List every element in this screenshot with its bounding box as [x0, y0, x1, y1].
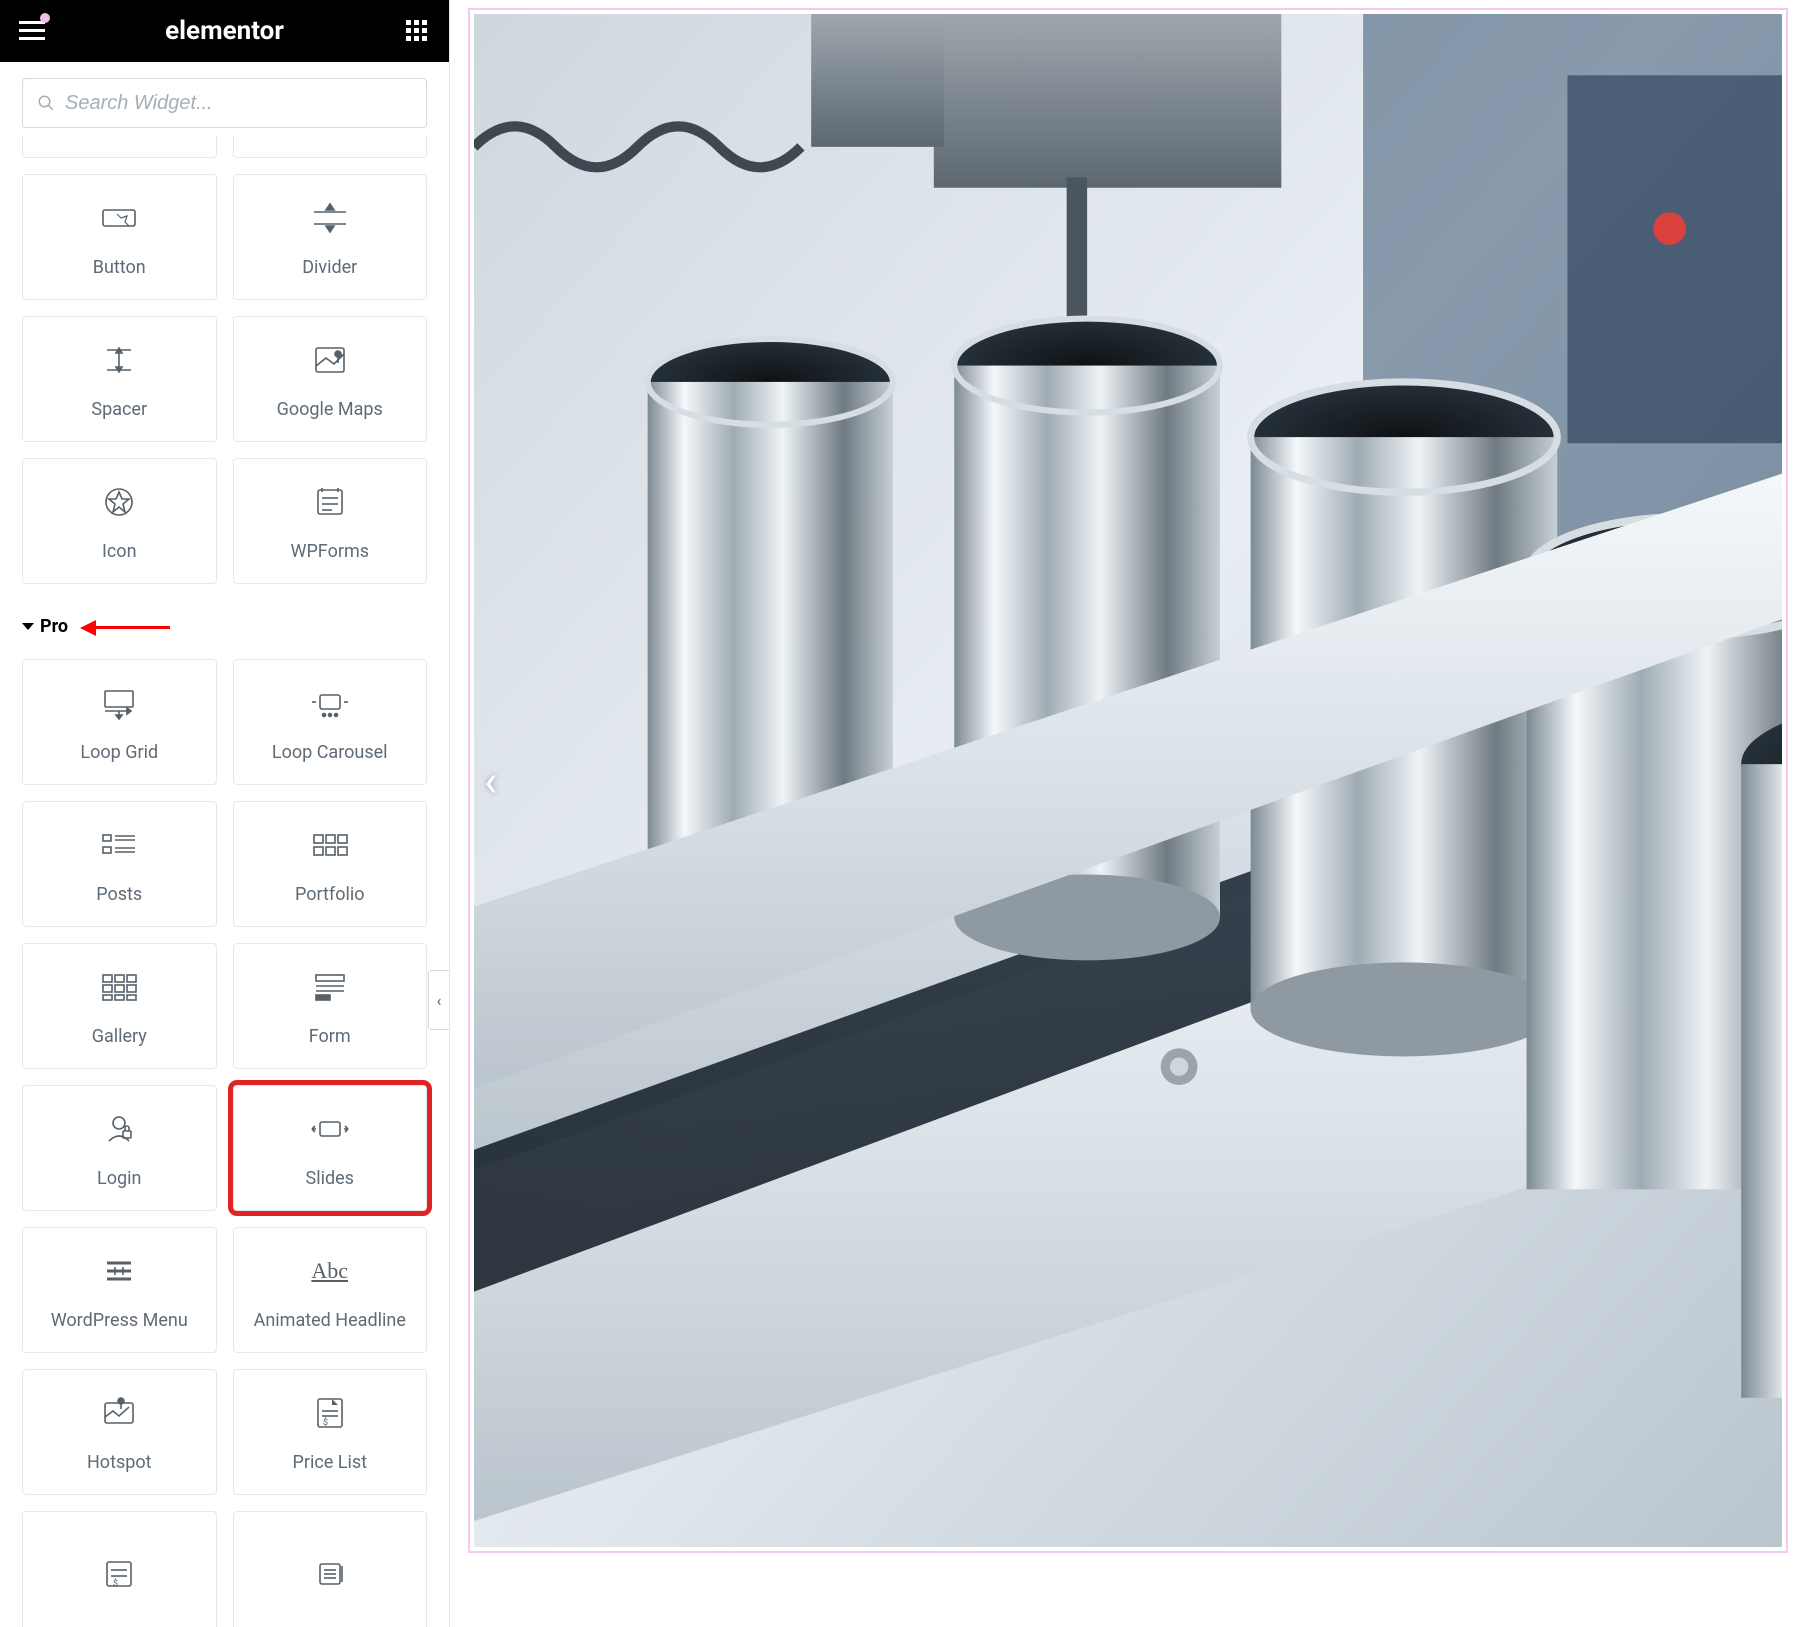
widget-more-b[interactable] — [233, 1511, 428, 1627]
widget-hotspot[interactable]: Hotspot — [22, 1369, 217, 1495]
widget-label: Posts — [92, 885, 146, 905]
widget-label: WPForms — [286, 542, 373, 562]
icon-icon — [97, 480, 141, 524]
widget-label: Slides — [302, 1169, 358, 1189]
svg-text:$: $ — [113, 1578, 118, 1589]
more-a-icon: $ — [97, 1552, 141, 1596]
wpforms-icon — [308, 480, 352, 524]
caret-down-icon — [22, 623, 34, 630]
portfolio-icon — [308, 823, 352, 867]
basic-widgets-grid: Button Divider Spacer Google Maps Icon WPForm… — [0, 166, 449, 592]
hotspot-icon — [97, 1391, 141, 1435]
loop-grid-icon — [97, 681, 141, 725]
hamburger-menu-button[interactable] — [14, 13, 50, 49]
widget-divider[interactable]: Divider — [233, 174, 428, 300]
chevron-left-icon: ‹ — [484, 755, 497, 807]
apps-grid-button[interactable] — [399, 13, 435, 49]
widget-label: WordPress Menu — [47, 1311, 192, 1331]
widget-label: Login — [93, 1169, 145, 1189]
spacer-icon — [97, 338, 141, 382]
widget-posts[interactable]: Posts — [22, 801, 217, 927]
widget-label: Hotspot — [83, 1453, 156, 1473]
widget-label: Divider — [298, 258, 361, 278]
widget-gallery[interactable]: Gallery — [22, 943, 217, 1069]
apps-grid-icon — [406, 20, 428, 42]
divider-icon — [308, 196, 352, 240]
button-icon — [97, 196, 141, 240]
search-icon — [37, 94, 55, 112]
search-box[interactable] — [22, 78, 427, 128]
widget-slides[interactable]: Slides — [233, 1085, 428, 1211]
pro-section-header[interactable]: Pro — [0, 592, 449, 651]
chevron-left-icon: ‹ — [437, 991, 442, 1010]
widget-loop-carousel[interactable]: Loop Carousel — [233, 659, 428, 785]
pro-section-label: Pro — [40, 616, 68, 637]
widget-label: Form — [305, 1027, 355, 1047]
basic-widgets-partial — [0, 136, 449, 166]
pro-widgets-grid: Loop Grid Loop Carousel Posts Portfolio Gall… — [0, 651, 449, 1627]
widget-label: Loop Grid — [76, 743, 162, 763]
widget-label: Portfolio — [291, 885, 368, 905]
elementor-panel: elementor — [0, 0, 450, 1627]
widget-label: Button — [89, 258, 150, 278]
widget-wordpress-menu[interactable]: WordPress Menu — [22, 1227, 217, 1353]
slide-background-image — [474, 14, 1782, 1547]
editor-canvas: ‹ — [450, 0, 1806, 1627]
wordpress-menu-icon — [97, 1249, 141, 1293]
widget-label: Animated Headline — [250, 1311, 410, 1331]
widget-tile-cut[interactable] — [233, 136, 428, 158]
widget-form[interactable]: Form — [233, 943, 428, 1069]
widget-button[interactable]: Button — [22, 174, 217, 300]
widget-label: Google Maps — [273, 400, 387, 420]
widget-portfolio[interactable]: Portfolio — [233, 801, 428, 927]
form-icon — [308, 965, 352, 1009]
red-arrow-annotation — [80, 620, 170, 634]
widget-price-list[interactable]: $ Price List — [233, 1369, 428, 1495]
posts-icon — [97, 823, 141, 867]
notification-dot-icon — [40, 13, 50, 23]
price-list-icon: $ — [308, 1391, 352, 1435]
widget-label: Spacer — [87, 400, 151, 420]
widget-label: Gallery — [88, 1027, 151, 1047]
widget-more-a[interactable]: $ — [22, 1511, 217, 1627]
widget-label: Icon — [98, 542, 141, 562]
gallery-icon — [97, 965, 141, 1009]
widget-animated-headline[interactable]: Abc Animated Headline — [233, 1227, 428, 1353]
widget-google-maps[interactable]: Google Maps — [233, 316, 428, 442]
widget-login[interactable]: Login — [22, 1085, 217, 1211]
widget-tile-cut[interactable] — [22, 136, 217, 158]
slides-icon — [308, 1107, 352, 1151]
login-icon — [97, 1107, 141, 1151]
loop-carousel-icon — [308, 681, 352, 725]
collapse-panel-handle[interactable]: ‹ — [428, 970, 450, 1030]
search-input[interactable] — [65, 92, 412, 115]
widget-icon[interactable]: Icon — [22, 458, 217, 584]
search-container — [0, 62, 449, 136]
google-maps-icon — [308, 338, 352, 382]
widget-loop-grid[interactable]: Loop Grid — [22, 659, 217, 785]
slider-prev-arrow[interactable]: ‹ — [484, 755, 497, 807]
svg-text:$: $ — [323, 1417, 328, 1428]
hamburger-icon — [19, 21, 45, 41]
widget-label: Price List — [288, 1453, 371, 1473]
widget-spacer[interactable]: Spacer — [22, 316, 217, 442]
panel-header: elementor — [0, 0, 449, 62]
more-b-icon — [308, 1552, 352, 1596]
widget-wpforms[interactable]: WPForms — [233, 458, 428, 584]
widget-label: Loop Carousel — [268, 743, 392, 763]
animated-headline-icon: Abc — [311, 1249, 348, 1293]
brand-logo: elementor — [50, 16, 399, 46]
